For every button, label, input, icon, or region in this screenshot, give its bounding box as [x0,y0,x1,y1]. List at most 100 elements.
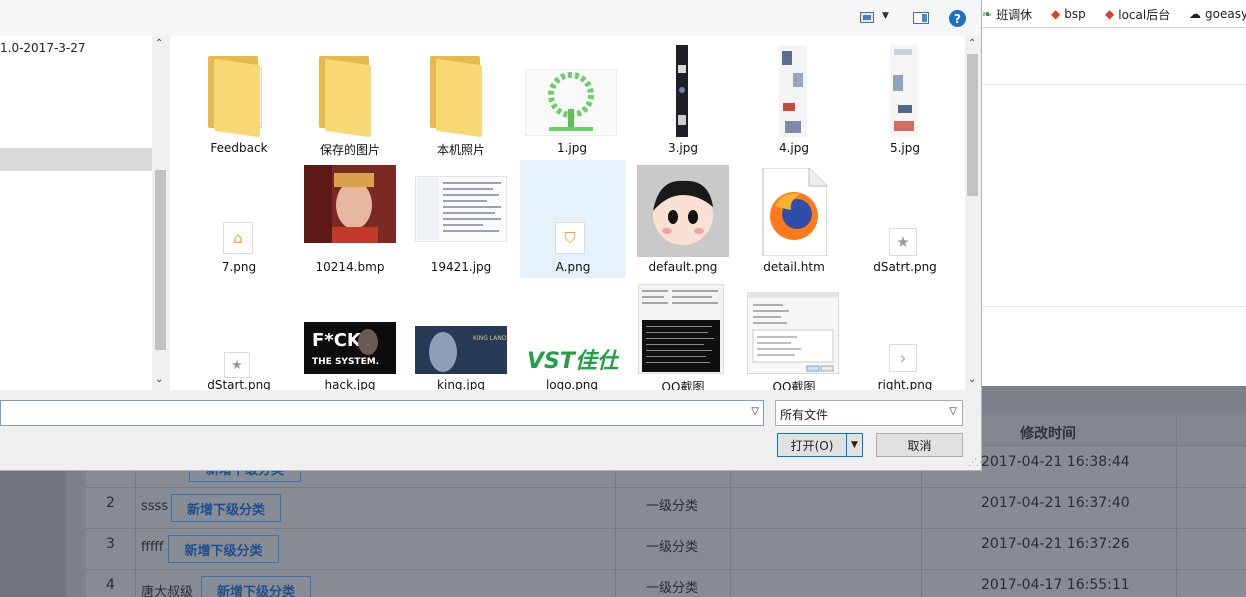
help-icon[interactable]: ? [949,10,966,27]
file-name: QQ截图 [772,380,816,390]
nav-item-selected[interactable] [0,148,152,171]
file-item[interactable]: 3.jpg [630,36,736,155]
open-options-caret-icon[interactable]: ▼ [846,434,862,456]
bookmark-item[interactable]: ❧ 班调休 [982,5,1032,23]
nav-item-label[interactable]: 1.0-2017-3-27 [0,41,86,55]
file-name: detail.htm [763,260,825,274]
file-item[interactable]: 4.jpg [741,36,847,155]
file-item[interactable]: VST佳仕 logo.png [519,280,625,390]
file-list: Feedback 保存的图片 本机照片 1.jpg 3.jpg 4.jpg 5.… [170,36,965,390]
index-cell: 3 [106,536,115,552]
open-button[interactable]: 打开(O) ▼ [777,433,863,457]
file-item[interactable]: Feedback [186,36,292,155]
nav-scrollbar[interactable]: ⌃ ⌄ [152,36,170,390]
file-type-value: 所有文件 [780,408,829,422]
add-child-button[interactable]: 新增下级分类 [171,494,281,522]
arrow-right-icon: › [889,344,917,372]
dialog-command-bar: ▼ ? [0,0,981,36]
bookmark-label: goeasy [1205,7,1246,21]
file-name: dSatrt.png [873,260,937,274]
file-name: 保存的图片 [319,143,380,157]
scroll-up-icon[interactable]: ⌃ [155,38,163,49]
cancel-button[interactable]: 取消 [876,433,963,457]
bookmark-item[interactable]: ☁ goeasy [1189,5,1246,23]
cloud-icon: ☁ [1189,7,1201,21]
file-name: 19421.jpg [430,260,492,274]
file-name: right.png [877,378,933,390]
row-divider [86,569,1246,570]
file-name: logo.png [545,378,599,390]
file-name: A.png [555,260,591,274]
row-divider [86,528,1246,529]
image-thumbnail [890,45,918,137]
file-item[interactable]: ★ dStart.png [186,280,292,390]
poster-text: F*CK [312,330,362,351]
file-item[interactable]: 1.jpg [519,36,625,155]
add-child-button[interactable]: 新增下级分类 [168,535,279,563]
file-item[interactable]: 19421.jpg [408,160,514,278]
row-divider [86,487,1246,488]
bookmark-item[interactable]: ◆ bsp [1051,5,1086,23]
file-item[interactable]: default.png [630,160,736,278]
file-name: 1.jpg [556,141,588,155]
file-item[interactable]: QQ截图 [741,280,847,390]
leaf-icon: ❧ [982,7,993,21]
file-item[interactable]: 10214.bmp [297,160,403,278]
screenshot-image-thumbnail [415,176,507,242]
name-cell: fffff [141,540,164,555]
file-name: hack.jpg [324,378,376,390]
file-item[interactable]: QQ截图 [630,280,736,390]
scrollbar-thumb[interactable] [967,54,978,196]
chevron-down-icon[interactable]: ▽ [751,406,759,417]
file-item[interactable]: ⌂ 7.png [186,160,292,278]
file-name: QQ截图 [661,380,705,390]
side-panel [0,468,66,597]
image-thumbnail [676,45,688,137]
scrollbar-thumb[interactable] [155,170,166,350]
chevron-down-icon: ▽ [949,406,957,417]
level-cell: 一级分类 [646,581,699,596]
index-cell: 2 [106,495,115,511]
file-item[interactable]: 保存的图片 [297,36,403,157]
game-image-thumbnail: KING LAND [415,326,507,374]
open-button-label[interactable]: 打开(O) [778,434,846,456]
file-name: Feedback [210,141,268,155]
firefox-icon [762,168,827,256]
folder-icon [319,54,377,138]
scroll-up-icon[interactable]: ⌃ [968,38,976,49]
file-item[interactable]: › right.png [852,280,958,390]
badge-icon: ⛉ [555,222,585,254]
modified-cell: 2017-04-21 16:38:44 [981,454,1130,470]
page-content [980,28,1246,386]
add-child-button[interactable]: 新增下级分类 [201,576,311,597]
change-view-icon[interactable] [860,12,874,23]
file-name: default.png [648,260,718,274]
avatar-image-thumbnail [637,165,729,257]
file-item-selected[interactable]: ⛉ A.png [520,160,626,278]
file-list-scrollbar[interactable]: ⌃ ⌄ [965,36,981,390]
preview-pane-icon[interactable] [913,12,929,24]
level-cell: 一级分类 [646,540,699,555]
bookmark-item[interactable]: ◆ local后台 [1105,5,1170,23]
file-item[interactable]: detail.htm [741,160,847,278]
file-item[interactable]: 5.jpg [852,36,958,155]
file-type-select[interactable]: 所有文件 ▽ [775,400,963,426]
view-dropdown-caret-icon[interactable]: ▼ [882,11,889,21]
file-name: king.jpg [437,378,485,390]
file-item[interactable]: KING LAND king.jpg [408,280,514,390]
file-item[interactable]: F*CK THE SYSTEM. hack.jpg [297,280,403,390]
file-name: 本机照片 [436,143,485,157]
resize-grip-icon[interactable]: ⋰⋰ [968,458,985,468]
level-cell: 一级分类 [646,499,699,514]
file-item[interactable]: ★ dSatrt.png [852,160,958,278]
modified-cell: 2017-04-21 16:37:26 [981,536,1130,552]
settings-image-thumbnail [747,292,839,374]
file-name-input[interactable]: ▽ [0,400,764,426]
scroll-down-icon[interactable]: ⌄ [155,374,163,385]
poster-text: KING LAND [473,335,507,342]
file-item[interactable]: 本机照片 [408,36,514,157]
scroll-down-icon[interactable]: ⌄ [968,374,976,385]
file-name: 3.jpg [667,141,699,155]
file-name: 7.png [221,260,257,274]
poster-text: VST佳仕 [527,349,619,374]
